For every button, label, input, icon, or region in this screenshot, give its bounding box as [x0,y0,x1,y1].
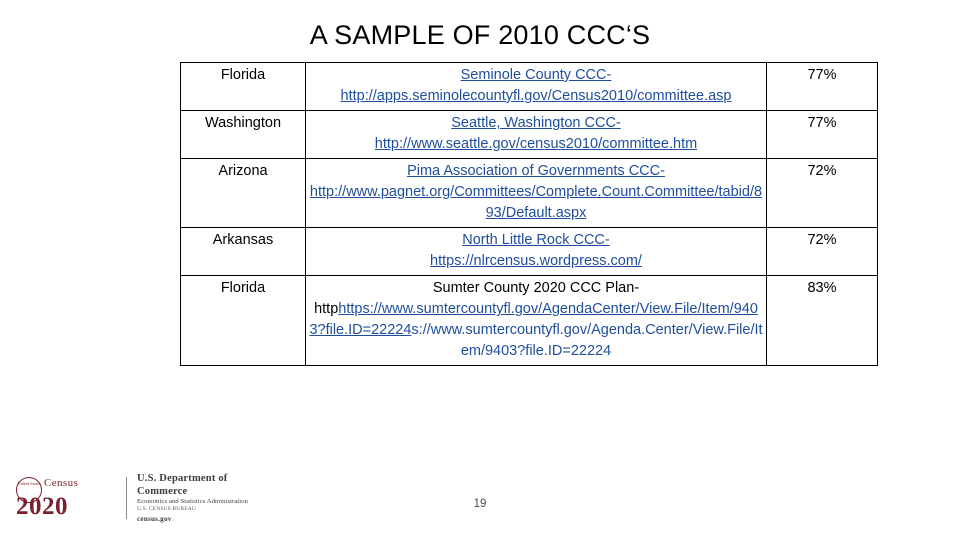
cell-state: Arizona [180,158,306,229]
cell-state: Arkansas [180,227,306,277]
cell-percent: 72% [766,227,878,277]
department-line-1: U.S. Department of Commerce [137,472,228,497]
cell-percent: 72% [766,158,878,229]
table-row: Arizona Pima Association of Governments … [180,158,878,229]
cell-link[interactable]: North Little Rock CCC- https://nlrcensus… [305,227,767,277]
ccc-name: Sumter County 2020 CCC Plan- [432,280,640,297]
cell-link[interactable]: Pima Association of Governments CCC- htt… [305,158,767,229]
ccc-name: Seminole County CCC- [460,67,612,83]
ccc-url-prefix: http [314,301,339,318]
table-row: Florida Seminole County CCC- http://apps… [180,61,878,112]
department-line-4: census.gov [137,515,172,524]
page-number: 19 [473,498,487,510]
cell-link[interactable]: Seattle, Washington CCC- http://www.seat… [305,110,767,160]
table-row: Arkansas North Little Rock CCC- https://… [180,227,878,277]
cell-link[interactable]: Seminole County CCC- http://apps.seminol… [305,61,767,112]
page-title: A SAMPLE OF 2010 CCC‘S [309,20,651,50]
cell-state: Florida [180,61,306,112]
cell-state: Florida [180,275,306,367]
cell-link[interactable]: Sumter County 2020 CCC Plan- httphttps:/… [305,275,767,367]
ccc-url[interactable]: http://apps.seminolecountyfl.gov/Census2… [341,88,732,104]
table-row: Florida Sumter County 2020 CCC Plan- htt… [180,275,878,367]
ccc-table-container: Florida Seminole County CCC- http://apps… [180,61,878,367]
cell-percent: 77% [766,61,878,112]
table-row: Washington Seattle, Washington CCC- http… [180,110,878,160]
census-wordmark: Census [44,477,79,489]
slide: A SAMPLE OF 2010 CCC‘S Florida Seminole … [0,0,960,540]
ccc-url[interactable]: http://www.seattle.gov/census2010/commit… [375,136,697,152]
cell-state: Washington [180,110,306,160]
ccc-name: Seattle, Washington CCC- [451,115,621,132]
ccc-url[interactable]: https://nlrcensus.wordpress.com/ [430,253,642,269]
ccc-name: Pima Association of Governments CCC- [407,163,665,180]
cell-percent: 77% [766,110,878,160]
ccc-url[interactable]: http://www.pagnet.org/Committees/Complet… [310,184,762,221]
ccc-table: Florida Seminole County CCC- http://apps… [180,61,878,367]
cell-percent: 83% [766,275,878,367]
ccc-name: North Little Rock CCC- [462,232,610,249]
ccc-url-suffix: s://www.sumtercountyfl.gov/Agenda.Center… [411,322,763,360]
